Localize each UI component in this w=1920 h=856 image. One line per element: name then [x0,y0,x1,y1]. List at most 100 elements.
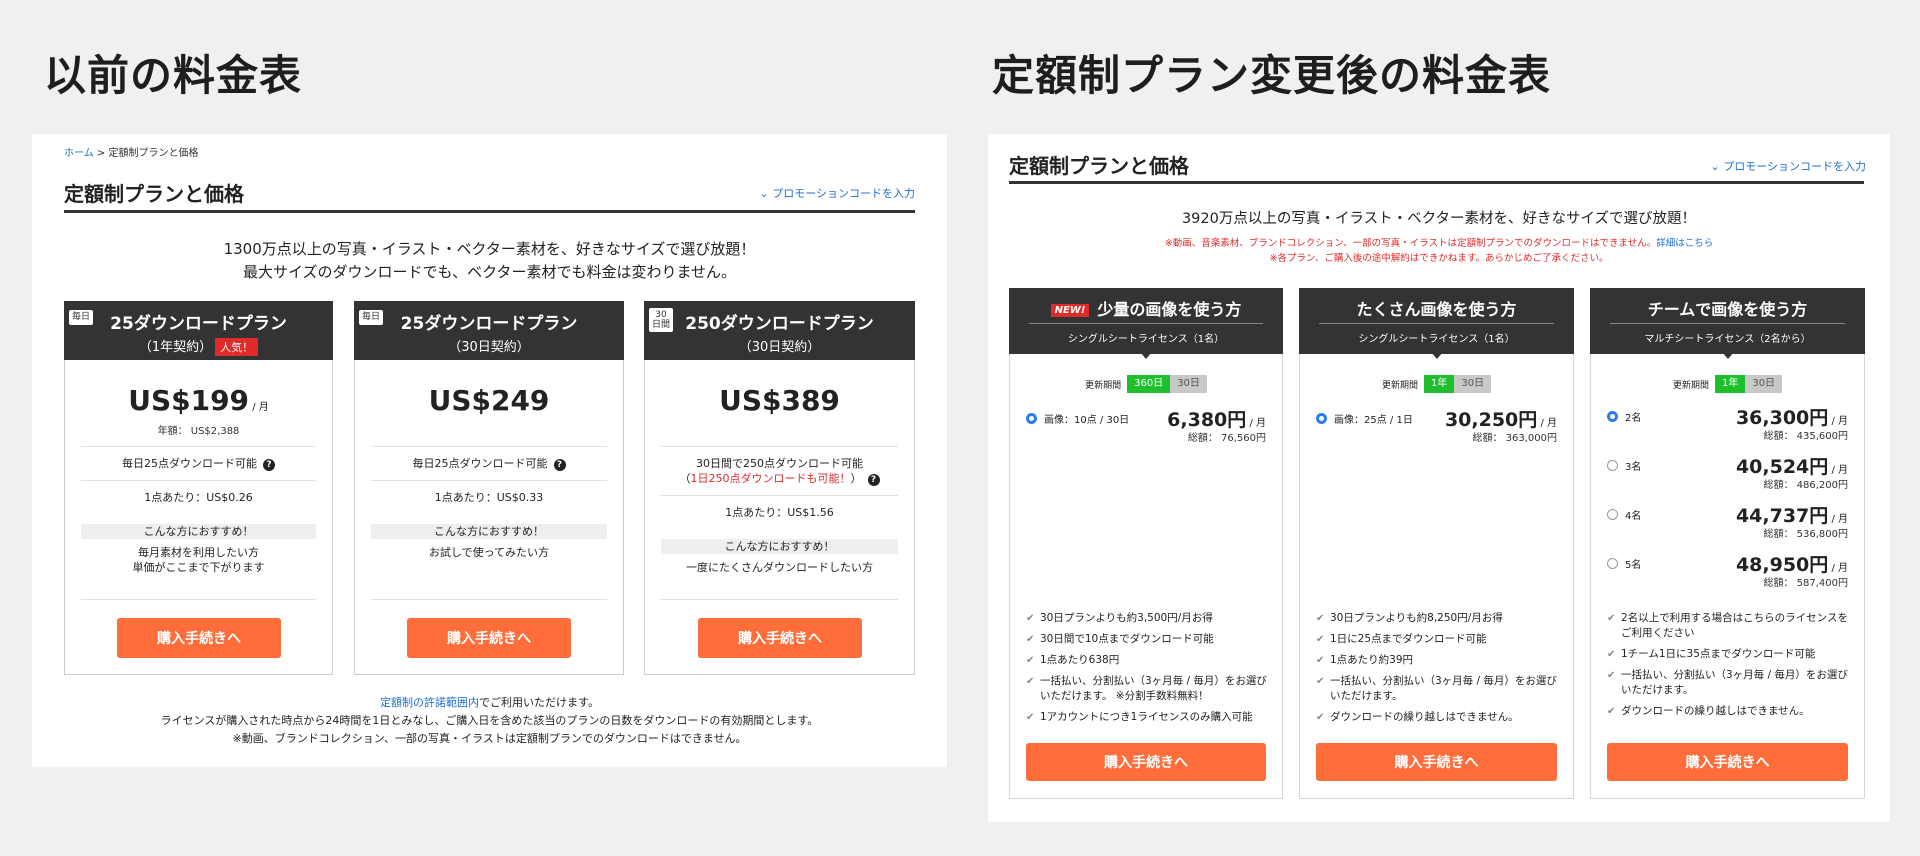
option-price-unit: / 月 [1828,563,1848,574]
option-price: 48,950円 / 月 [1736,550,1848,577]
plan-term: （1年契約） [138,340,213,355]
recommend-line-1: お試しで使ってみたい方 [428,546,550,559]
promo-code-link[interactable]: ⌄ プロモーションコードを入力 [760,185,916,201]
plan-card-header: 毎日 25ダウンロードプラン （30日契約） [354,301,624,360]
feature-list: 30日プランよりも約8,250円/月お得 1日に25点までダウンロード可能 1点… [1316,611,1561,731]
term-toggle: 更新期間 360日 30日 [1010,375,1282,393]
option-label: 3名 [1625,462,1642,473]
paren-close: ） [850,472,862,485]
help-icon[interactable]: ? [263,459,275,471]
radio-selected[interactable] [1316,413,1327,424]
term-option-selected[interactable]: 1年 [1423,375,1455,393]
help-icon[interactable]: ? [867,474,880,486]
purchase-button[interactable]: 購入手続きへ [1607,743,1848,781]
radio-unselected[interactable] [1607,460,1618,471]
license-scope-link[interactable]: 定額制の許諾範囲内 [380,696,479,709]
plan-price: US$389 [719,384,840,417]
purchase-button[interactable]: 購入手続きへ [117,618,281,658]
option-price-unit: / 月 [1828,416,1848,427]
pointer-triangle [1721,352,1734,359]
daily-tag: 毎日 [69,310,94,325]
option-total: 総額： 363,000円 [1472,433,1557,444]
plan-price-value: US$199 [128,384,250,417]
term-option[interactable]: 30日 [1454,375,1492,393]
plan-feature-line-2: （1日250点ダウンロードも可能！）? [645,471,914,486]
radio-selected[interactable] [1607,411,1618,422]
plan-name: 25ダウンロードプラン [110,314,287,334]
term-label: 更新期間 [1672,380,1709,391]
feature-item: 1日に25点までダウンロード可能 [1316,632,1561,647]
option-price: 6,380円 / 月 [1167,405,1266,432]
option-total: 総額： 486,200円 [1763,480,1848,491]
feature-item: 一括払い、分割払い（3ヶ月毎 / 毎月）をお選びいただけます。 [1607,668,1852,698]
plan-card-header: チームで画像を使う方 マルチシートライセンス（2名から） [1590,288,1865,359]
plan-feature-text: 毎日25点ダウンロード可能 [122,457,257,470]
pointer-triangle [1430,352,1443,359]
plan-feature-text: 毎日25点ダウンロード可能 [412,457,548,470]
header-divider [1029,323,1263,324]
feature-item: 1アカウントにつき1ライセンスのみ購入可能 [1026,710,1270,725]
help-icon[interactable]: ? [553,459,566,471]
promo-code-label: プロモーションコードを入力 [772,187,915,200]
plan-name: チームで画像を使う方 [1647,300,1808,319]
quantity-option[interactable]: 画像：10点 / 30日 6,380円 / 月 総額： 76,560円 [1026,405,1266,449]
footer-note-1: 定額制の許諾範囲内でご利用いただけます。 [32,694,947,712]
breadcrumb-home-link[interactable]: ホーム [64,148,94,159]
details-link[interactable]: 詳細はこちら [1656,238,1713,249]
option-label: 2名 [1625,413,1642,424]
feature-item: 2名以上で利用する場合はこちらのライセンスをご利用ください [1607,611,1852,641]
term-option[interactable]: 30日 [1745,375,1783,393]
term-option[interactable]: 30日 [1170,375,1207,393]
option-total: 総額： 536,800円 [1763,529,1848,540]
recommend-label: こんな方におすすめ！ [81,524,316,539]
divider [371,446,607,447]
term-label: 更新期間 [1085,380,1122,391]
term-option-selected[interactable]: 1年 [1714,375,1746,393]
term-option-selected[interactable]: 360日 [1127,375,1171,393]
option-total: 総額： 587,400円 [1763,578,1848,589]
footer-note-1-text: でご利用いただけます。 [479,696,599,709]
right-heading: 定額制プラン変更後の料金表 [992,51,1552,100]
seat-option[interactable]: 2名 36,300円 / 月 総額： 435,600円 [1607,403,1848,447]
plan-feature: 毎日25点ダウンロード可能? [65,456,332,471]
plan-price: US$249 [428,384,550,417]
title-divider [1009,181,1864,184]
page-title: 定額制プランと価格 [1009,154,1189,178]
divider [371,599,607,600]
feature-item: ダウンロードの繰り越しはできません。 [1316,710,1561,725]
option-label: 画像：25点 / 1日 [1334,415,1413,426]
recommend-line-1: 毎月素材を利用したい方 [138,546,259,559]
radio-unselected[interactable] [1607,509,1618,520]
option-price-value: 30,250円 [1444,409,1538,431]
option-price: 40,524円 / 月 [1736,452,1848,479]
plan-card-header: たくさん画像を使う方 シングルシートライセンス（1名） [1299,288,1574,359]
recommend-label: こんな方におすすめ！ [661,539,898,554]
purchase-button[interactable]: 購入手続きへ [1316,743,1557,781]
yearly-price: 年額： US$2,388 [157,426,240,437]
seat-option[interactable]: 3名 40,524円 / 月 総額： 486,200円 [1607,452,1848,496]
intro-line-1: 1300万点以上の写真・イラスト・ベクター素材を、好きなサイズで選び放題！ [223,240,756,258]
recommend-line-1: 一度にたくさんダウンロードしたい方 [686,561,873,574]
header-divider [1610,323,1845,324]
purchase-button[interactable]: 購入手続きへ [407,618,571,658]
purchase-button[interactable]: 購入手続きへ [698,618,862,658]
radio-selected[interactable] [1026,413,1037,424]
recommend-line-2: 単価がここまで下がります [132,561,265,574]
per-item-price: 1点あたり：US$1.56 [725,506,834,519]
seat-option[interactable]: 5名 48,950円 / 月 総額： 587,400円 [1607,550,1848,594]
quantity-option[interactable]: 画像：25点 / 1日 30,250円 / 月 総額： 363,000円 [1316,405,1557,449]
plan-price: US$199 / 月 [65,384,332,417]
feature-item: 一括払い、分割払い（3ヶ月毎 / 毎月）をお選びいただけます。 [1316,674,1561,704]
feature-item: 1点あたり638円 [1026,653,1270,668]
purchase-button[interactable]: 購入手続きへ [1026,743,1266,781]
option-price-unit: / 月 [1828,465,1848,476]
seat-option[interactable]: 4名 44,737円 / 月 総額： 536,800円 [1607,501,1848,545]
radio-unselected[interactable] [1607,558,1618,569]
plan-price-unit: / 月 [249,402,269,413]
old-pricing-panel: ホーム > 定額制プランと価格 定額制プランと価格 ⌄ プロモーションコードを入… [32,134,947,767]
divider [661,495,898,496]
left-heading: 以前の料金表 [44,51,303,100]
breadcrumb-separator: > [93,148,109,159]
option-label: 4名 [1625,511,1642,522]
promo-code-link[interactable]: ⌄ プロモーションコードを入力 [1711,158,1867,174]
